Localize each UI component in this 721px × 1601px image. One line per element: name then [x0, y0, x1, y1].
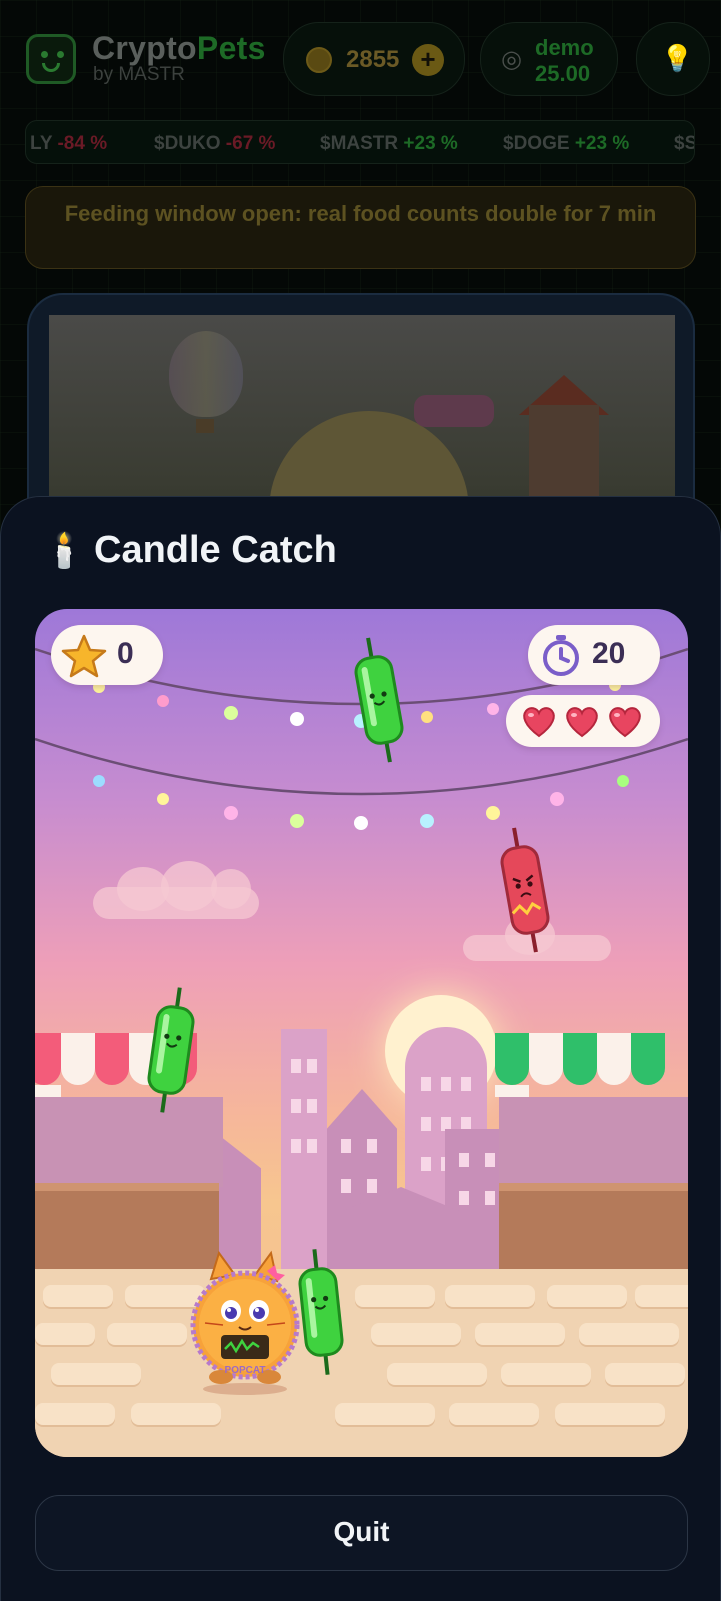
- quit-button[interactable]: Quit: [35, 1495, 688, 1571]
- smiley-logo-icon: [26, 34, 76, 84]
- ticker-change: +23 %: [574, 133, 630, 154]
- balloon-basket: [196, 419, 214, 433]
- score-value: 0: [117, 637, 134, 670]
- ticker-change: -67 %: [225, 133, 276, 154]
- ticker-item: $DOGE +23 %: [503, 133, 629, 155]
- brand-title: CryptoPets: [92, 30, 266, 67]
- target-icon: ◎: [501, 46, 522, 73]
- heart-icon: [609, 707, 641, 738]
- coin-icon: [306, 47, 332, 73]
- price-ticker: LY -84 % $DUKO -67 % $MASTR +23 % $DOGE …: [25, 120, 695, 164]
- right-stall-body: [499, 1097, 688, 1187]
- green-candle: [147, 987, 195, 1113]
- right-stall-counter: [499, 1183, 688, 1269]
- brand-accent: Pets: [196, 30, 266, 66]
- game-canvas[interactable]: 0 20 POPCAT: [35, 609, 688, 1457]
- score-pill: 0: [51, 625, 163, 685]
- logo-right-eye: [57, 51, 64, 58]
- account-balance: 25.00: [535, 61, 591, 86]
- ticker-item: $S: [674, 133, 695, 155]
- star-icon: [61, 634, 107, 678]
- timer-pill: 20: [528, 625, 660, 685]
- cobblestone-ground: [35, 1269, 688, 1457]
- player-badge: POPCAT: [225, 1365, 266, 1376]
- right-stall-awning: [495, 1033, 688, 1097]
- ticker-symbol: $DUKO: [154, 133, 221, 154]
- ticker-symbol: $MASTR: [320, 133, 399, 154]
- add-coins-button[interactable]: +: [412, 44, 444, 76]
- ticker-symbol: $DOGE: [503, 133, 570, 154]
- feeding-banner: Feeding window open: real food counts do…: [25, 186, 696, 269]
- coin-balance-pill: 2855 +: [283, 22, 465, 96]
- account-mode: demo: [535, 35, 594, 60]
- brand-main: Crypto: [92, 30, 197, 66]
- candle-catch-sheet: 🕯️ Candle Catch 0 20 POPCAT Quit: [0, 496, 721, 1601]
- heart-icon: [523, 707, 555, 738]
- time-left: 20: [592, 637, 626, 670]
- ticker-symbol: $S: [674, 133, 695, 154]
- lives-pill: [506, 695, 660, 747]
- heart-icon: [566, 707, 598, 738]
- ticker-item: $MASTR +23 %: [320, 133, 458, 155]
- building: [281, 1029, 327, 1269]
- player-cat[interactable]: POPCAT: [185, 1249, 303, 1397]
- hot-air-balloon: [169, 331, 243, 417]
- cloud: [161, 861, 217, 911]
- candle-icon: 🕯️: [43, 532, 86, 570]
- sheet-title: Candle Catch: [94, 529, 337, 571]
- cloud: [211, 869, 251, 909]
- top-bar: CryptoPets by MASTR 2855 + ◎ demo 25.00 …: [0, 0, 721, 118]
- red-candle: [500, 827, 550, 953]
- stopwatch-icon: [543, 635, 579, 676]
- account-mode-button[interactable]: ◎ demo 25.00: [480, 22, 618, 96]
- green-candle: [354, 637, 404, 763]
- pet-bow: [414, 395, 494, 427]
- coin-balance: 2855: [346, 46, 400, 73]
- logo-left-eye: [41, 51, 48, 58]
- lightbulb-icon: 💡: [661, 43, 694, 73]
- ticker-change: +23 %: [403, 133, 458, 154]
- ticker-change: -84 %: [57, 133, 108, 154]
- ticker-item: $DUKO -67 %: [154, 133, 275, 155]
- logo-mouth: [42, 63, 60, 72]
- hint-button[interactable]: 💡: [636, 22, 710, 96]
- ticker-symbol: LY: [30, 133, 53, 154]
- ticker-item: LY -84 %: [30, 133, 107, 155]
- brand-subtitle: by MASTR: [93, 64, 185, 85]
